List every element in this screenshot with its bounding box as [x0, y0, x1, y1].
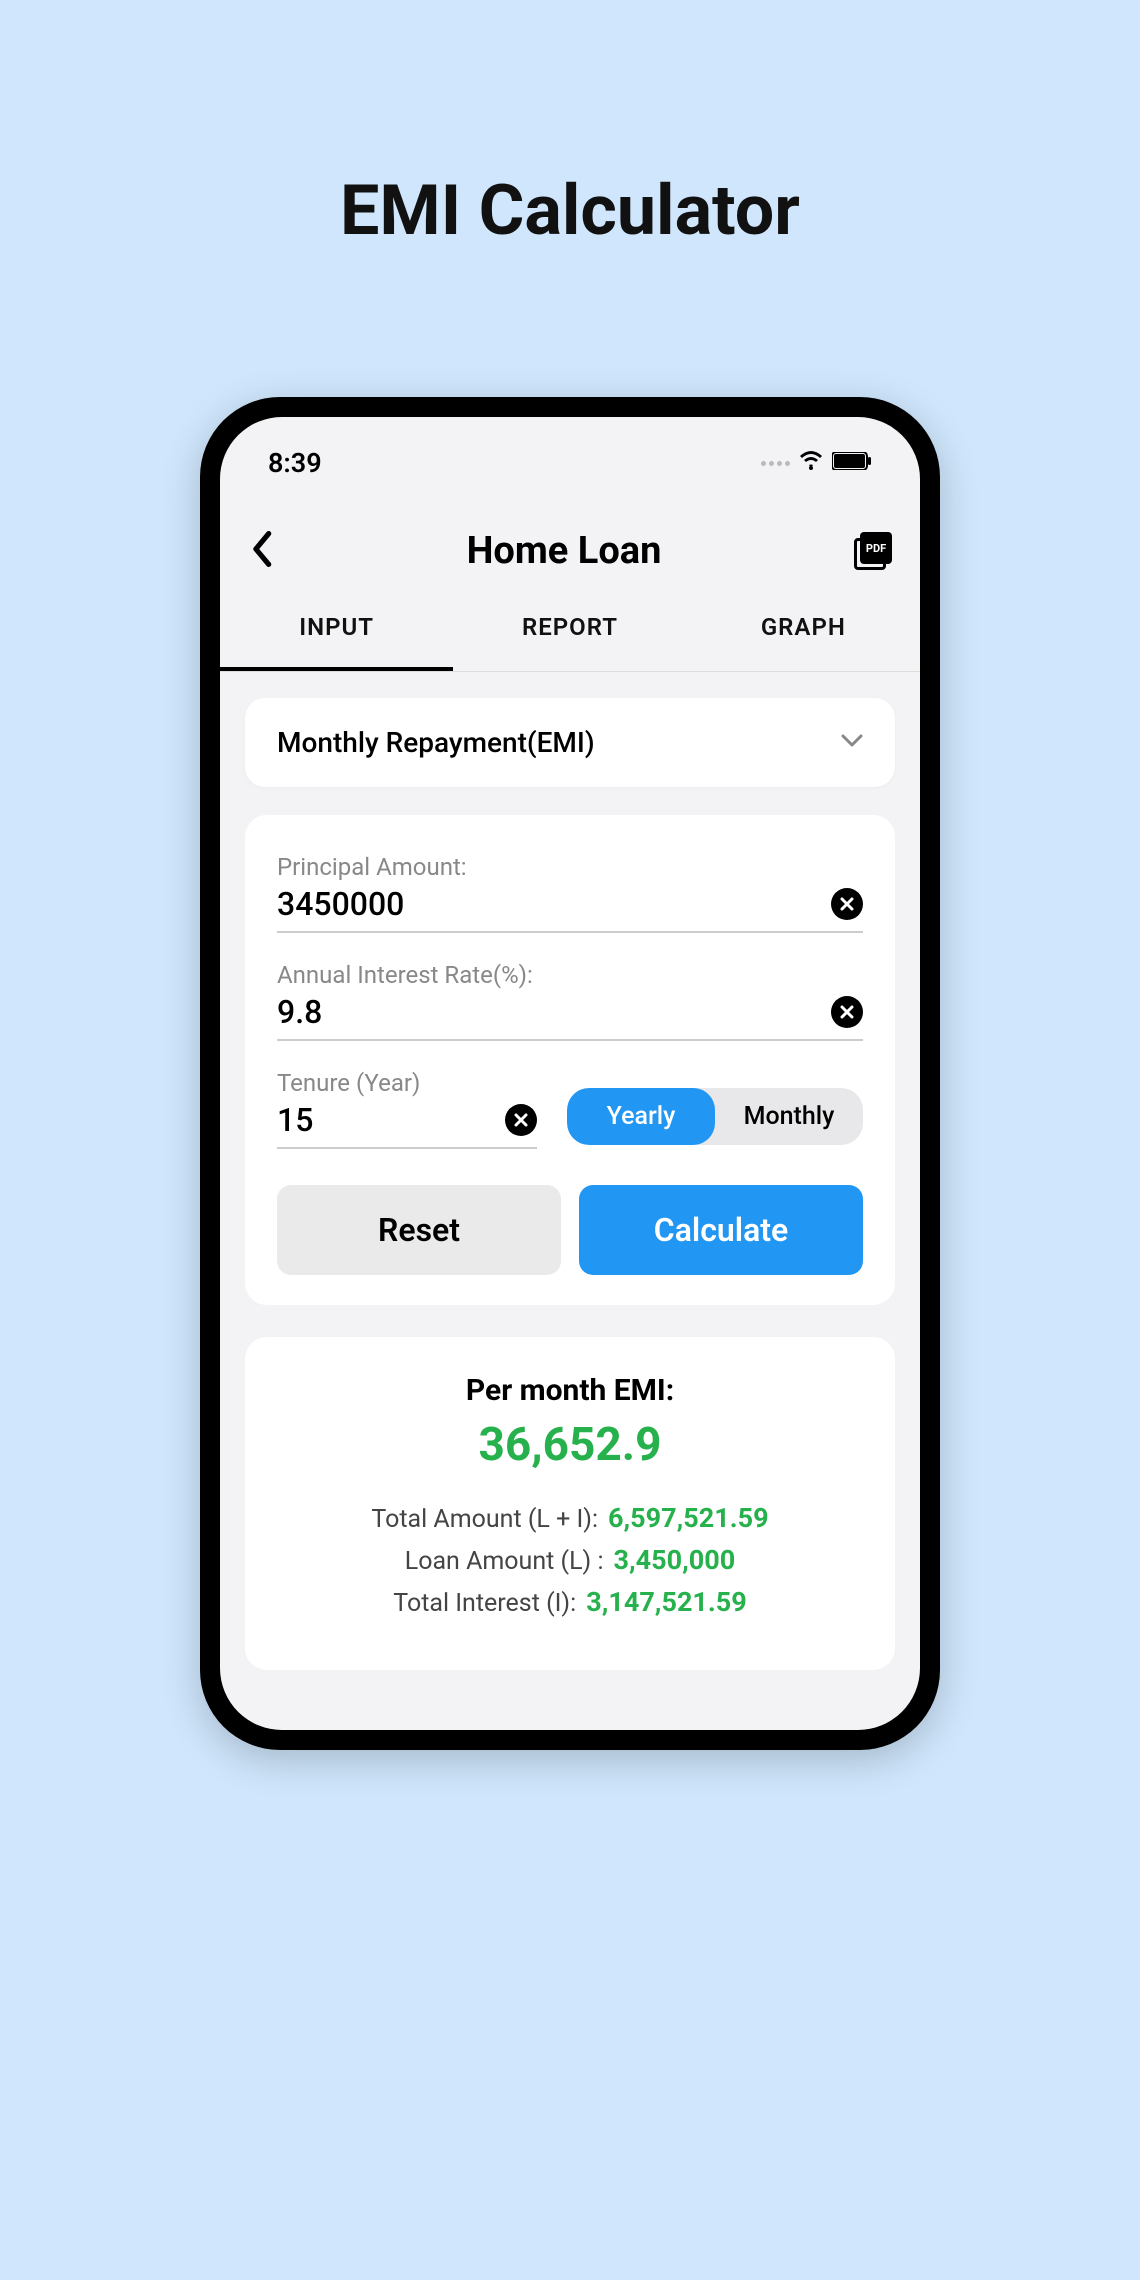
- principal-field: Principal Amount: 3450000: [277, 853, 863, 933]
- tenure-field: Tenure (Year) 15: [277, 1069, 537, 1149]
- emi-value: 36,652.9: [277, 1418, 863, 1472]
- principal-input[interactable]: 3450000: [277, 885, 813, 923]
- total-interest-value: 3,147,521.59: [586, 1586, 747, 1618]
- back-icon[interactable]: [248, 531, 274, 571]
- total-amount-row: Total Amount (L + I): 6,597,521.59: [277, 1502, 863, 1534]
- pdf-icon[interactable]: PDF: [854, 532, 892, 570]
- phone-screen: 8:39 Home Loan PDF: [220, 417, 920, 1730]
- calculate-button[interactable]: Calculate: [579, 1185, 863, 1275]
- principal-label: Principal Amount:: [277, 853, 863, 881]
- header-bar: Home Loan PDF: [220, 489, 920, 593]
- total-amount-label: Total Amount (L + I):: [371, 1505, 598, 1534]
- repayment-type-dropdown[interactable]: Monthly Repayment(EMI): [245, 698, 895, 787]
- toggle-monthly[interactable]: Monthly: [715, 1088, 863, 1145]
- total-amount-value: 6,597,521.59: [608, 1502, 769, 1534]
- result-card: Per month EMI: 36,652.9 Total Amount (L …: [245, 1337, 895, 1670]
- total-interest-label: Total Interest (I):: [393, 1589, 576, 1618]
- tenure-row: Tenure (Year) 15 Yearly Monthly: [277, 1069, 863, 1149]
- tab-report[interactable]: REPORT: [453, 593, 686, 671]
- form-card: Principal Amount: 3450000 Annual Interes…: [245, 815, 895, 1305]
- button-row: Reset Calculate: [277, 1185, 863, 1275]
- wifi-icon: [798, 451, 824, 475]
- total-interest-row: Total Interest (I): 3,147,521.59: [277, 1586, 863, 1618]
- battery-icon: [832, 452, 872, 474]
- rate-field: Annual Interest Rate(%): 9.8: [277, 961, 863, 1041]
- status-time: 8:39: [268, 447, 322, 479]
- tenure-input[interactable]: 15: [277, 1101, 491, 1139]
- rate-label: Annual Interest Rate(%):: [277, 961, 863, 989]
- emi-label: Per month EMI:: [277, 1373, 863, 1408]
- status-icons: [761, 451, 872, 475]
- page-title: EMI Calculator: [340, 170, 800, 252]
- tenure-unit-toggle: Yearly Monthly: [567, 1088, 863, 1145]
- loan-amount-value: 3,450,000: [614, 1544, 736, 1576]
- chevron-down-icon: [841, 733, 863, 752]
- loan-amount-row: Loan Amount (L) : 3,450,000: [277, 1544, 863, 1576]
- rate-input[interactable]: 9.8: [277, 993, 813, 1031]
- content: Monthly Repayment(EMI) Principal Amount:…: [220, 672, 920, 1670]
- status-bar: 8:39: [220, 417, 920, 489]
- tenure-label: Tenure (Year): [277, 1069, 537, 1097]
- toggle-yearly[interactable]: Yearly: [567, 1088, 715, 1145]
- loan-amount-label: Loan Amount (L) :: [405, 1547, 604, 1576]
- cellular-icon: [761, 461, 790, 466]
- phone-frame: 8:39 Home Loan PDF: [200, 397, 940, 1750]
- clear-tenure-icon[interactable]: [505, 1104, 537, 1136]
- tab-graph[interactable]: GRAPH: [687, 593, 920, 671]
- clear-principal-icon[interactable]: [831, 888, 863, 920]
- tabs: INPUT REPORT GRAPH: [220, 593, 920, 672]
- reset-button[interactable]: Reset: [277, 1185, 561, 1275]
- dropdown-selected: Monthly Repayment(EMI): [277, 726, 595, 759]
- clear-rate-icon[interactable]: [831, 996, 863, 1028]
- screen-title: Home Loan: [467, 529, 662, 573]
- tab-input[interactable]: INPUT: [220, 593, 453, 671]
